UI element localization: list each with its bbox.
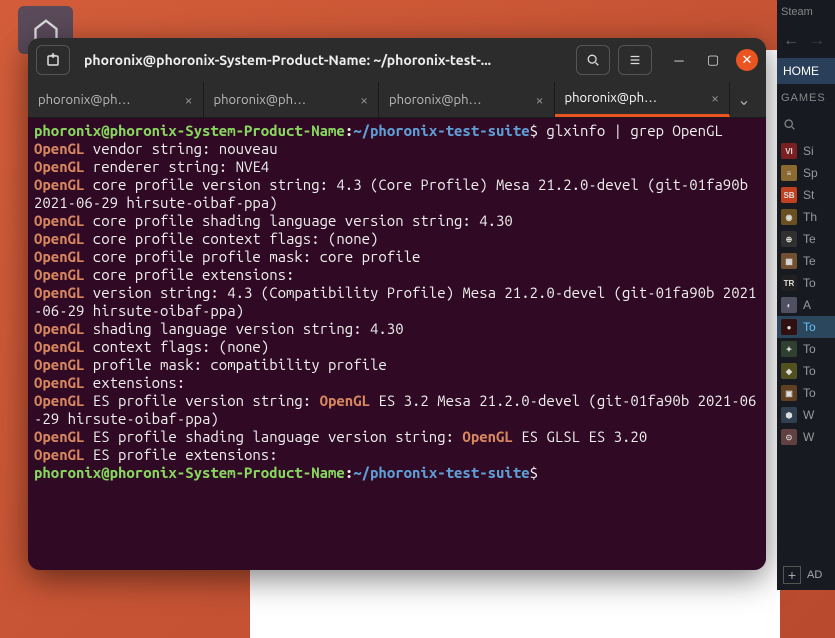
game-icon: ⬢ <box>781 407 797 423</box>
search-button[interactable] <box>576 45 610 75</box>
plus-icon: + <box>783 566 801 584</box>
terminal-tab[interactable]: phoronix@ph… × <box>379 82 555 117</box>
search-icon[interactable] <box>777 112 835 140</box>
game-label: To <box>803 342 816 356</box>
game-label: St <box>803 188 814 202</box>
tab-dropdown-icon[interactable]: ⌄ <box>730 82 758 117</box>
steam-sidebar: Steam ← → HOME GAMES VI Si ≡ Sp SB St ◉ Th ⊕ Te ▦ T… <box>777 0 835 590</box>
close-icon[interactable]: × <box>185 92 193 108</box>
steam-add-game[interactable]: + AD <box>783 566 822 584</box>
steam-game-item[interactable]: ● To <box>777 316 835 338</box>
game-icon: ▣ <box>781 385 797 401</box>
back-icon[interactable]: ← <box>783 32 799 50</box>
game-label: W <box>803 430 814 444</box>
steam-game-item[interactable]: ⊙W <box>777 426 835 448</box>
game-icon: ✦ <box>781 341 797 357</box>
game-icon: ◐ <box>781 297 797 313</box>
game-icon: SB <box>781 187 797 203</box>
game-icon: ◉ <box>781 209 797 225</box>
maximize-button[interactable]: ▢ <box>702 49 724 71</box>
game-label: Te <box>803 254 816 268</box>
steam-game-item[interactable]: ⊕ Te <box>777 228 835 250</box>
game-label: To <box>803 320 816 334</box>
steam-games-label: GAMES <box>777 84 835 112</box>
game-icon: ≡ <box>781 165 797 181</box>
close-icon[interactable]: × <box>360 92 368 108</box>
steam-game-item[interactable]: ≡ Sp <box>777 162 835 184</box>
steam-game-item[interactable]: SB St <box>777 184 835 206</box>
terminal-tab[interactable]: phoronix@ph… × <box>28 82 204 117</box>
steam-game-item[interactable]: ▣ To <box>777 382 835 404</box>
steam-nav: ← → <box>777 24 835 58</box>
close-button[interactable]: ✕ <box>736 49 758 71</box>
game-icon: ⊙ <box>781 429 797 445</box>
steam-home[interactable]: HOME <box>777 58 835 84</box>
game-label: A <box>803 298 811 312</box>
steam-game-item[interactable]: ◐A <box>777 294 835 316</box>
game-label: To <box>803 364 816 378</box>
game-icon: ◆ <box>781 363 797 379</box>
game-label: W <box>803 408 814 422</box>
minimize-button[interactable]: ─ <box>668 49 690 71</box>
new-tab-button[interactable] <box>36 45 70 75</box>
game-label: Te <box>803 232 816 246</box>
terminal-tab[interactable]: phoronix@ph… × <box>204 82 380 117</box>
game-label: Sp <box>803 166 818 180</box>
game-icon: TR <box>781 275 797 291</box>
game-label: Si <box>803 144 814 158</box>
terminal-output[interactable]: phoronix@phoronix-System-Product-Name:~/… <box>28 118 766 570</box>
terminal-tab-active[interactable]: phoronix@ph… × <box>555 82 731 117</box>
terminal-tabs: phoronix@ph… × phoronix@ph… × phoronix@p… <box>28 82 766 118</box>
steam-game-item[interactable]: ◆ To <box>777 360 835 382</box>
forward-icon[interactable]: → <box>809 32 825 50</box>
game-icon: ▦ <box>781 253 797 269</box>
terminal-window: phoronix@phoronix-System-Product-Name: ~… <box>28 38 766 570</box>
steam-game-item[interactable]: VI Si <box>777 140 835 162</box>
game-icon: ⊕ <box>781 231 797 247</box>
steam-game-item[interactable]: ▦ Te <box>777 250 835 272</box>
window-title: phoronix@phoronix-System-Product-Name: ~… <box>78 52 568 68</box>
steam-brand: Steam <box>777 0 835 24</box>
steam-game-item[interactable]: ✦ To <box>777 338 835 360</box>
close-icon[interactable]: × <box>711 90 719 106</box>
game-label: Th <box>803 210 817 224</box>
game-icon: VI <box>781 143 797 159</box>
steam-game-item[interactable]: ◉ Th <box>777 206 835 228</box>
steam-game-item[interactable]: ⬢W <box>777 404 835 426</box>
menu-button[interactable] <box>618 45 652 75</box>
close-icon[interactable]: × <box>536 92 544 108</box>
steam-game-item[interactable]: TR To <box>777 272 835 294</box>
terminal-titlebar: phoronix@phoronix-System-Product-Name: ~… <box>28 38 766 82</box>
game-icon: ● <box>781 319 797 335</box>
game-label: To <box>803 276 816 290</box>
steam-game-list: VISi≡SpSBSt◉Th⊕Te▦TeTRTo◐A●To✦To◆To▣To⬢W… <box>777 140 835 448</box>
game-label: To <box>803 386 816 400</box>
